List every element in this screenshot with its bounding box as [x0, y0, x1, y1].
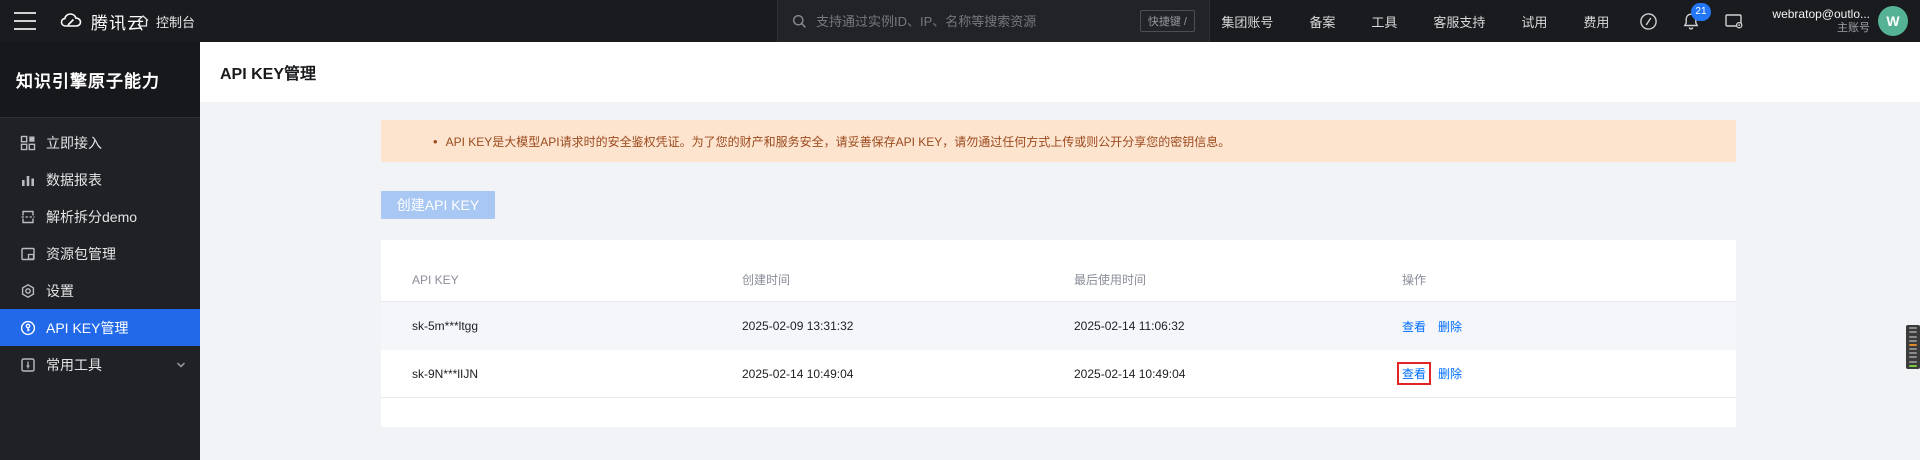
column-header-actions: 操作 [1402, 273, 1427, 287]
minimap-line [1909, 327, 1917, 330]
avatar[interactable]: W [1878, 6, 1908, 36]
minimap-line [1909, 364, 1917, 367]
chevron-down-icon [177, 362, 185, 368]
console-link[interactable]: 控制台 [136, 0, 195, 42]
table-row: sk-5m***ltgg 2025-02-09 13:31:32 2025-02… [381, 302, 1736, 350]
delete-link[interactable]: 删除 [1438, 365, 1462, 382]
tools-icon [21, 357, 35, 372]
page-title: API KEY管理 [220, 66, 317, 83]
console-label: 控制台 [156, 14, 196, 30]
warning-banner: • API KEY是大模型API请求时的安全鉴权凭证。为了您的财产和服务安全，请… [381, 120, 1736, 162]
sidebar-menu: 立即接入 数据报表 解析拆分demo 资源包管理 设置 API KEY管理 常用… [0, 124, 200, 383]
split-icon [21, 210, 35, 223]
minimap-line [1909, 356, 1917, 359]
create-api-key-button[interactable]: 创建API KEY [381, 191, 495, 219]
last-used-time: 2025-02-14 11:06:32 [1074, 319, 1185, 333]
sidebar-header: 知识引擎原子能力 [0, 42, 200, 118]
topbar-right: 集团账号 备案 工具 客服支持 试用 费用 21 webratop@outlo.… [1203, 0, 1914, 42]
api-key-value: sk-5m***ltgg [412, 319, 479, 333]
notification-count-badge: 21 [1691, 2, 1711, 21]
minimap-line [1909, 360, 1917, 363]
sidebar-item-data-reports[interactable]: 数据报表 [0, 161, 200, 198]
sidebar-item-settings[interactable]: 设置 [0, 272, 200, 309]
nav-tools[interactable]: 工具 [1371, 12, 1397, 31]
table-header-row: API KEY 创建时间 最后使用时间 操作 [381, 240, 1736, 302]
sidebar-item-label: 常用工具 [46, 356, 102, 373]
sidebar-item-api-key-management[interactable]: API KEY管理 [0, 309, 200, 346]
api-key-table-card: API KEY 创建时间 最后使用时间 操作 sk-5m***ltgg 2025… [381, 240, 1736, 427]
notification-bell[interactable]: 21 [1682, 2, 1711, 31]
view-link[interactable]: 查看 [1402, 318, 1426, 335]
product-title: 知识引擎原子能力 [16, 72, 160, 91]
sidebar-item-label: 立即接入 [46, 134, 102, 151]
search-icon [793, 14, 806, 28]
column-header-last-used: 最后使用时间 [1074, 273, 1147, 287]
page-header: API KEY管理 [200, 42, 1920, 102]
banner-bullet: • [433, 133, 438, 149]
created-time: 2025-02-09 13:31:32 [742, 319, 854, 333]
nav-group-account[interactable]: 集团账号 [1221, 12, 1273, 31]
nav-trial[interactable]: 试用 [1521, 12, 1547, 31]
console-settings-icon[interactable] [1724, 12, 1744, 30]
sidebar: 知识引擎原子能力 立即接入 数据报表 解析拆分demo 资源包管理 设置 API… [0, 42, 200, 460]
user-role: 主账号 [1837, 21, 1870, 34]
home-icon [137, 15, 149, 27]
table-row: sk-9N***lIJN 2025-02-14 10:49:04 2025-02… [381, 350, 1736, 398]
nav-icp-filing[interactable]: 备案 [1309, 12, 1335, 31]
minimap-line [1909, 339, 1917, 342]
bar-chart-icon [22, 175, 34, 186]
minimap-line [1909, 348, 1917, 351]
nav-billing[interactable]: 费用 [1583, 12, 1609, 31]
minimap-scroll-widget[interactable] [1906, 325, 1920, 369]
row-actions: 查看 删除 [1397, 362, 1736, 385]
api-key-value: sk-9N***lIJN [412, 366, 479, 381]
user-account[interactable]: webratop@outlo... 主账号 [1772, 7, 1870, 36]
shortcut-key-badge: 快捷键 / [1139, 10, 1195, 32]
created-time: 2025-02-14 10:49:04 [742, 366, 854, 381]
sidebar-item-parse-split-demo[interactable]: 解析拆分demo [0, 198, 200, 235]
column-header-api-key: API KEY [412, 272, 459, 287]
circle-slash-icon[interactable] [1639, 12, 1658, 31]
minimap-line [1909, 352, 1917, 355]
last-used-time: 2025-02-14 10:49:04 [1074, 366, 1186, 381]
view-link-annotated[interactable]: 查看 [1397, 362, 1432, 385]
sidebar-item-quick-access[interactable]: 立即接入 [0, 124, 200, 161]
minimap-line [1909, 343, 1917, 346]
cloud-logo-icon [60, 13, 82, 27]
gear-icon [21, 283, 35, 298]
user-email: webratop@outlo... [1772, 6, 1870, 21]
sidebar-item-resource-packages[interactable]: 资源包管理 [0, 235, 200, 272]
column-header-created: 创建时间 [742, 273, 791, 287]
sidebar-item-label: 解析拆分demo [46, 208, 138, 225]
topbar: 腾讯云 控制台 快捷键 / 集团账号 备案 工具 客服支持 试用 费用 [0, 0, 1920, 42]
delete-link[interactable]: 删除 [1438, 318, 1462, 335]
package-icon [21, 247, 35, 260]
global-search: 快捷键 / [777, 0, 1210, 42]
sidebar-item-label: 数据报表 [46, 171, 102, 188]
search-input[interactable] [816, 13, 1086, 29]
sidebar-item-label: 资源包管理 [46, 245, 116, 262]
minimap-line [1909, 335, 1917, 338]
sidebar-item-common-tools[interactable]: 常用工具 [0, 346, 200, 383]
grid-icon [20, 135, 36, 150]
hamburger-menu-icon[interactable] [14, 12, 36, 30]
tencent-cloud-logo[interactable]: 腾讯云 [60, 0, 145, 42]
sidebar-item-label: API KEY管理 [46, 319, 129, 336]
row-actions: 查看 删除 [1402, 318, 1736, 335]
nav-support[interactable]: 客服支持 [1433, 12, 1485, 31]
key-circle-icon [20, 320, 36, 335]
banner-text: API KEY是大模型API请求时的安全鉴权凭证。为了您的财产和服务安全，请妥善… [445, 134, 1231, 149]
minimap-line [1909, 331, 1917, 334]
sidebar-item-label: 设置 [46, 282, 74, 299]
